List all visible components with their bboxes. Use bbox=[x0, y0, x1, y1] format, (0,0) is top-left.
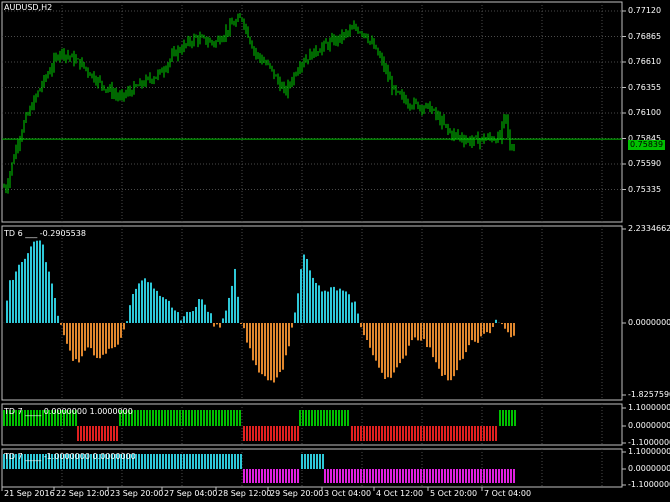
td7-tick-label: -1.1000000 bbox=[628, 480, 670, 489]
td7-tick-label: 1.1000000 bbox=[628, 403, 670, 412]
td6-tick-label: 2.2334662 bbox=[628, 224, 670, 233]
price-tick-label: 0.76610 bbox=[628, 57, 662, 66]
time-tick-label: 28 Sep 12:00 bbox=[218, 489, 272, 498]
td6-tick-label: 0.0000000 bbox=[628, 318, 670, 327]
td7-tick-label: 1.1000000 bbox=[628, 447, 670, 456]
time-tick-label: 21 Sep 2016 bbox=[4, 489, 55, 498]
time-tick-label: 7 Oct 04:00 bbox=[484, 489, 532, 498]
main-chart-title: AUDUSD,H2 bbox=[4, 3, 53, 12]
td7a-title: TD 7 ____ 0.0000000 1.0000000 bbox=[4, 407, 133, 416]
time-tick-label: 27 Sep 04:00 bbox=[164, 489, 218, 498]
price-tick-label: 0.76100 bbox=[628, 108, 662, 117]
chart-canvas[interactable] bbox=[0, 0, 670, 502]
td6-title: TD 6 ___ -0.2905538 bbox=[4, 229, 86, 238]
td7b-values: -1.0000000 0.0000000 bbox=[43, 452, 136, 461]
td7b-title: TD 7 ____ -1.0000000 0.0000000 bbox=[4, 452, 136, 461]
price-tick-label: 0.77120 bbox=[628, 6, 662, 15]
time-tick-label: 4 Oct 12:00 bbox=[376, 489, 424, 498]
td7-tick-label: 0.0000000 bbox=[628, 421, 670, 430]
current-price-badge: 0.75839 bbox=[628, 140, 666, 150]
td6-value: -0.2905538 bbox=[39, 229, 86, 238]
price-tick-label: 0.76865 bbox=[628, 31, 662, 41]
price-tick-label: 0.75335 bbox=[628, 184, 662, 194]
td7a-values: 0.0000000 1.0000000 bbox=[43, 407, 133, 416]
time-tick-label: 23 Sep 20:00 bbox=[110, 489, 164, 498]
time-tick-label: 3 Oct 04:00 bbox=[324, 489, 372, 498]
price-tick-label: 0.75590 bbox=[628, 159, 662, 168]
time-tick-label: 5 Oct 20:00 bbox=[430, 489, 478, 498]
td6-tick-label: -1.8257590 bbox=[628, 390, 670, 399]
time-tick-label: 29 Sep 20:00 bbox=[270, 489, 324, 498]
price-tick-label: 0.76355 bbox=[628, 82, 662, 92]
time-tick-label: 22 Sep 12:00 bbox=[56, 489, 110, 498]
td7-tick-label: 0.0000000 bbox=[628, 464, 670, 473]
